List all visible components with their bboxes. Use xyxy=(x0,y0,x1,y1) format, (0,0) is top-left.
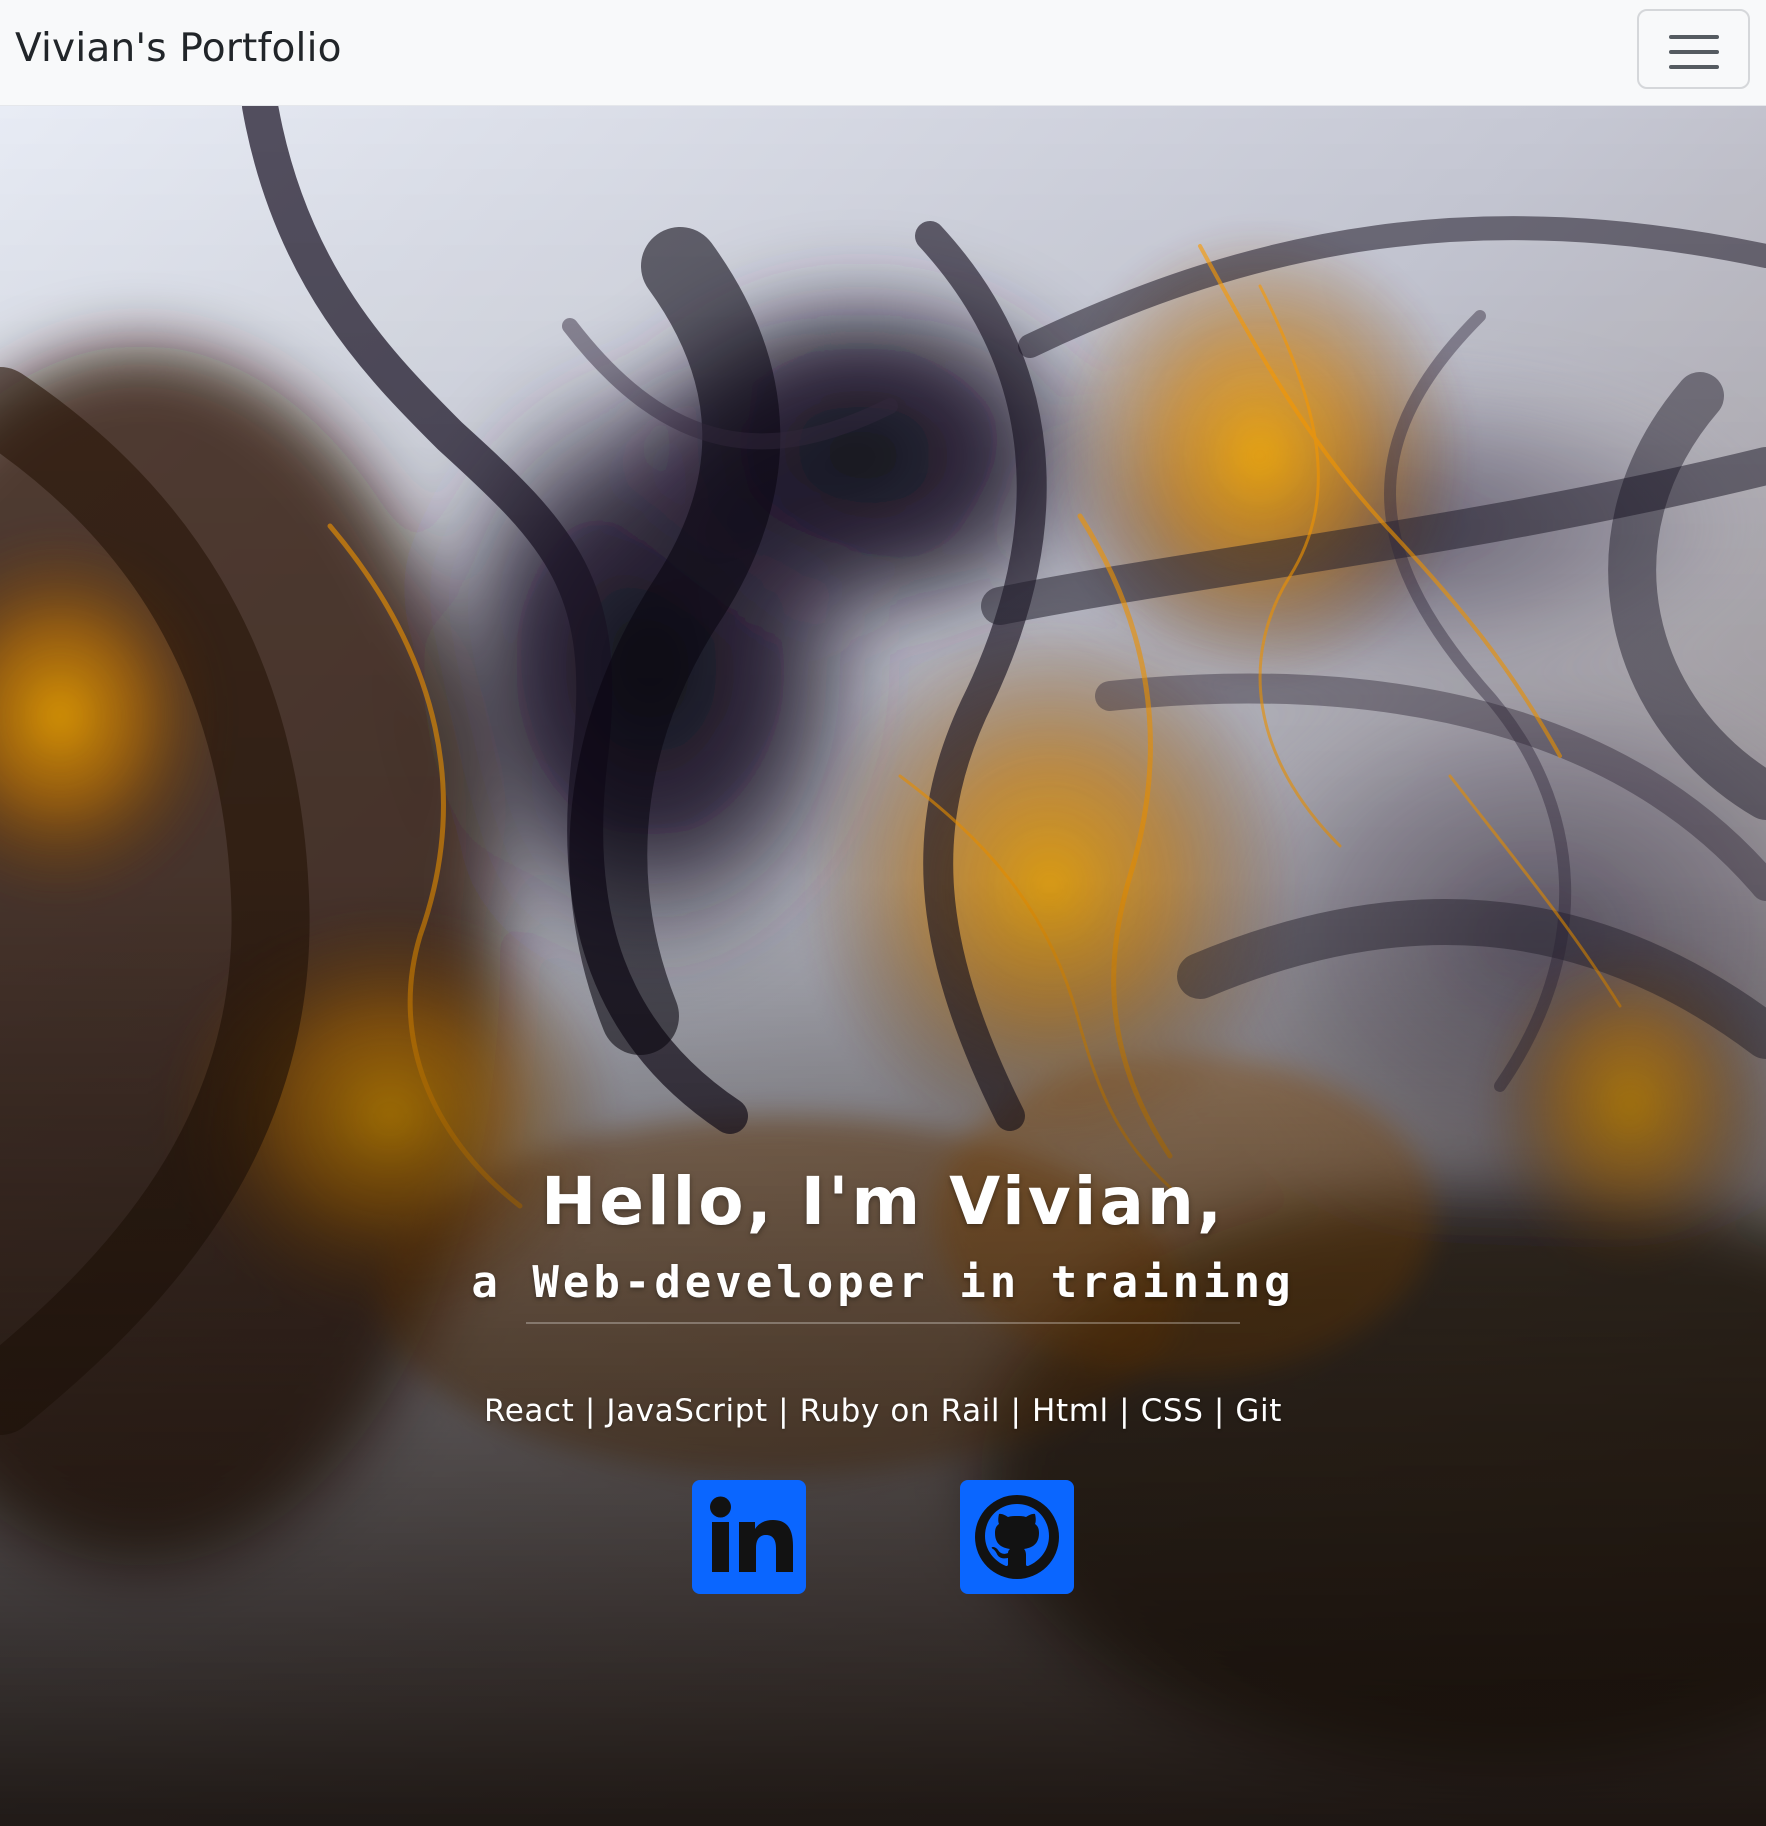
linkedin-icon xyxy=(692,1480,806,1594)
top-navigation-bar: Vivian's Portfolio xyxy=(0,0,1766,106)
navigation-menu-toggle-button[interactable] xyxy=(1637,9,1750,89)
hamburger-top-bar xyxy=(1669,35,1719,39)
hero-section: Hello, I'm Vivian, a Web-developer in tr… xyxy=(0,106,1766,1826)
hero-divider xyxy=(526,1322,1240,1324)
portfolio-brand-link[interactable]: Vivian's Portfolio xyxy=(15,22,342,76)
hero-content: Hello, I'm Vivian, a Web-developer in tr… xyxy=(0,106,1766,1826)
skills-list: React | JavaScript | Ruby on Rail | Html… xyxy=(483,1393,1283,1429)
github-link[interactable] xyxy=(960,1480,1074,1594)
github-icon xyxy=(960,1480,1074,1594)
linkedin-link[interactable] xyxy=(692,1480,806,1594)
hero-headline: Hello, I'm Vivian, xyxy=(541,1163,1225,1241)
hamburger-middle-bar xyxy=(1669,50,1719,54)
hamburger-bottom-bar xyxy=(1669,65,1719,69)
hero-subheadline: a Web-developer in training xyxy=(471,1256,1295,1308)
hamburger-icon xyxy=(1669,35,1719,69)
